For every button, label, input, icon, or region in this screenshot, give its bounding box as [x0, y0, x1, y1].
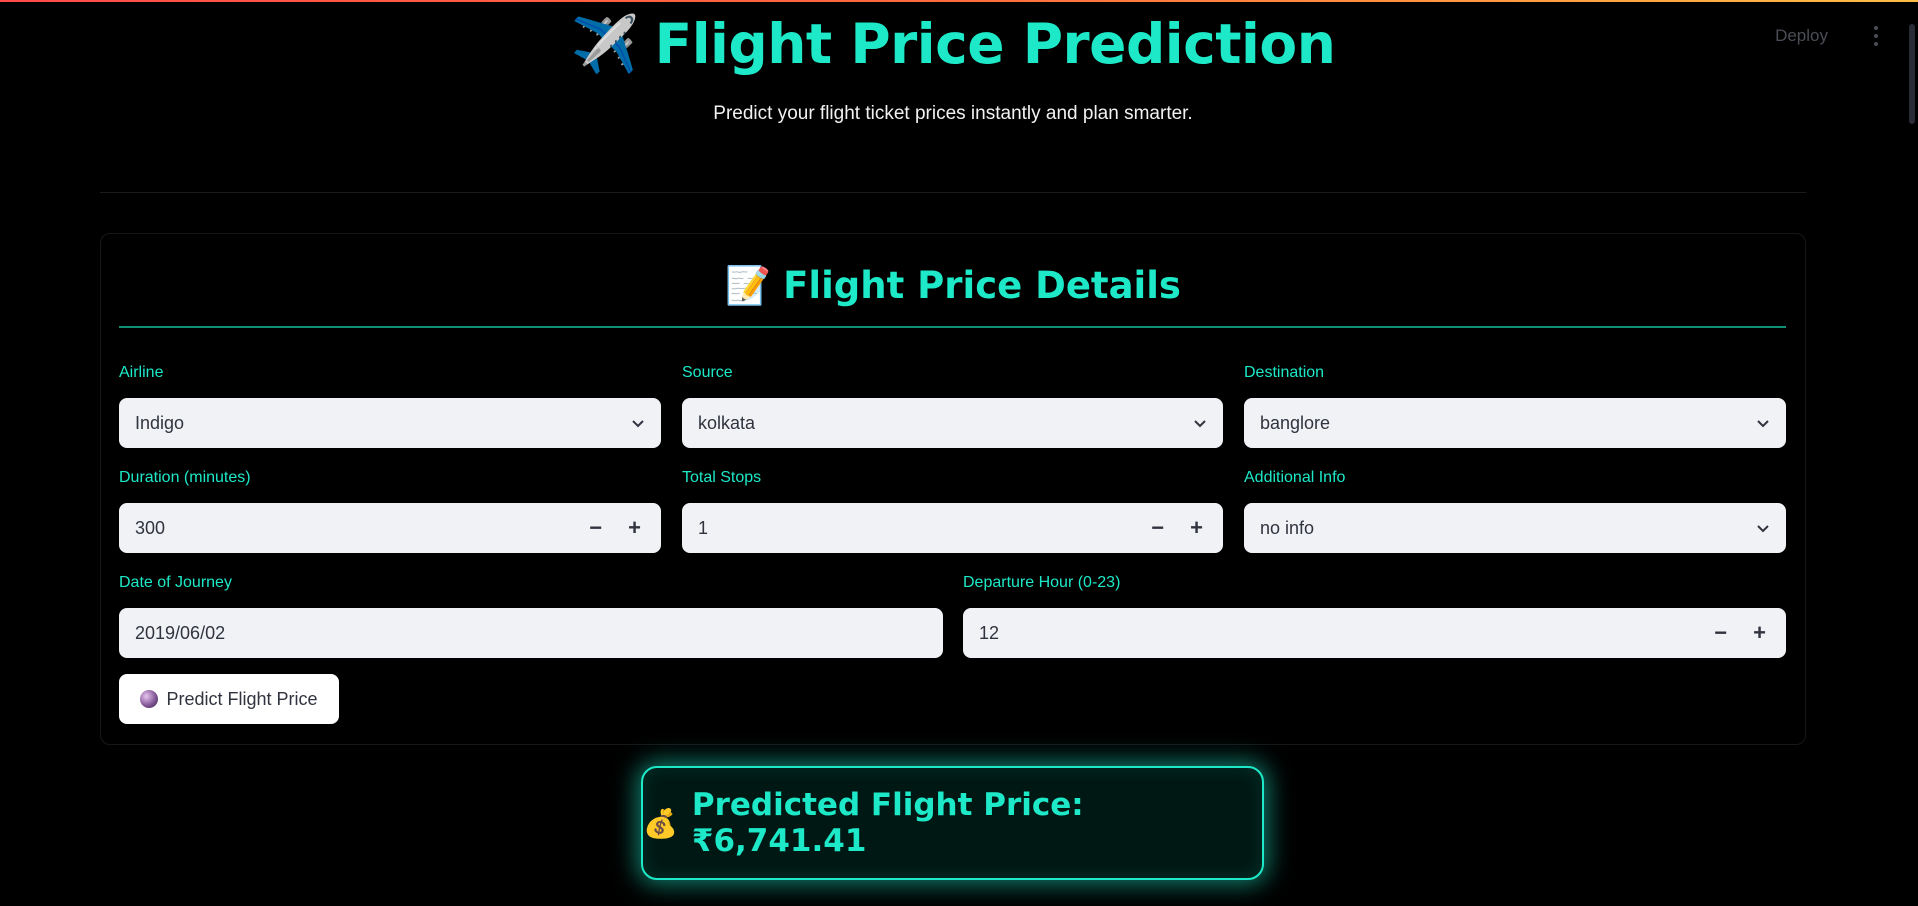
destination-field: Destination banglore — [1244, 364, 1786, 448]
plus-icon[interactable]: + — [1753, 622, 1766, 644]
memo-icon: 📝 — [725, 264, 772, 307]
duration-field: Duration (minutes) 300 − + — [119, 469, 661, 553]
airline-select[interactable]: Indigo — [119, 398, 661, 448]
predicted-price-text: Predicted Flight Price: ₹6,741.41 — [691, 787, 1084, 859]
airline-field: Airline Indigo — [119, 364, 661, 448]
form-heading: 📝 Flight Price Details — [101, 264, 1805, 308]
source-select[interactable]: kolkata — [682, 398, 1223, 448]
chevron-down-icon — [632, 420, 644, 428]
airline-label: Airline — [119, 364, 164, 381]
duration-input[interactable]: 300 − + — [119, 503, 661, 553]
departure-hour-field: Departure Hour (0-23) 12 − + — [963, 574, 1786, 658]
duration-label: Duration (minutes) — [119, 469, 251, 486]
predict-button-label: Predict Flight Price — [166, 688, 318, 709]
chevron-down-icon — [1757, 525, 1769, 533]
minus-icon[interactable]: − — [1714, 622, 1727, 644]
date-of-journey-value: 2019/06/02 — [135, 622, 226, 643]
additional-info-field: Additional Info no info — [1244, 469, 1786, 553]
duration-value: 300 — [135, 517, 166, 538]
page-title: ✈️ Flight Price Prediction — [0, 12, 1906, 77]
chevron-down-icon — [1194, 420, 1206, 428]
total-stops-stepper: − + — [1151, 517, 1203, 539]
money-bag-icon: 💰 — [643, 807, 678, 839]
minus-icon[interactable]: − — [589, 517, 602, 539]
source-field: Source kolkata — [682, 364, 1223, 448]
destination-select[interactable]: banglore — [1244, 398, 1786, 448]
divider — [100, 192, 1806, 193]
page-title-text: Flight Price Prediction — [654, 12, 1336, 76]
crystal-ball-icon — [140, 690, 159, 708]
minus-icon[interactable]: − — [1151, 517, 1164, 539]
prediction-result-box: 💰 Predicted Flight Price: ₹6,741.41 — [641, 766, 1264, 880]
departure-hour-input[interactable]: 12 − + — [963, 608, 1786, 658]
date-of-journey-field: Date of Journey 2019/06/02 — [119, 574, 943, 658]
date-of-journey-label: Date of Journey — [119, 574, 232, 591]
departure-hour-stepper: − + — [1714, 622, 1766, 644]
plus-icon[interactable]: + — [628, 517, 641, 539]
predict-flight-price-button[interactable]: Predict Flight Price — [119, 674, 339, 724]
total-stops-value: 1 — [698, 517, 709, 538]
destination-label: Destination — [1244, 364, 1325, 381]
source-value: kolkata — [698, 412, 756, 433]
top-decoration-strip — [0, 0, 1918, 2]
total-stops-label: Total Stops — [682, 469, 762, 486]
additional-info-value: no info — [1260, 517, 1315, 538]
chevron-down-icon — [1757, 420, 1769, 428]
departure-hour-value: 12 — [979, 622, 1000, 643]
destination-value: banglore — [1260, 412, 1331, 433]
duration-stepper: − + — [589, 517, 641, 539]
airplane-icon: ✈️ — [570, 12, 639, 76]
total-stops-field: Total Stops 1 − + — [682, 469, 1223, 553]
airline-value: Indigo — [135, 412, 185, 433]
total-stops-input[interactable]: 1 − + — [682, 503, 1223, 553]
additional-info-select[interactable]: no info — [1244, 503, 1786, 553]
departure-hour-label: Departure Hour (0-23) — [963, 574, 1121, 591]
additional-info-label: Additional Info — [1244, 469, 1346, 486]
form-heading-rule — [119, 326, 1786, 328]
page-subtitle: Predict your flight ticket prices instan… — [713, 103, 1193, 124]
source-label: Source — [682, 364, 733, 381]
scrollbar[interactable] — [1909, 24, 1915, 124]
plus-icon[interactable]: + — [1190, 517, 1203, 539]
form-heading-text: Flight Price Details — [783, 264, 1181, 307]
date-of-journey-input[interactable]: 2019/06/02 — [119, 608, 943, 658]
